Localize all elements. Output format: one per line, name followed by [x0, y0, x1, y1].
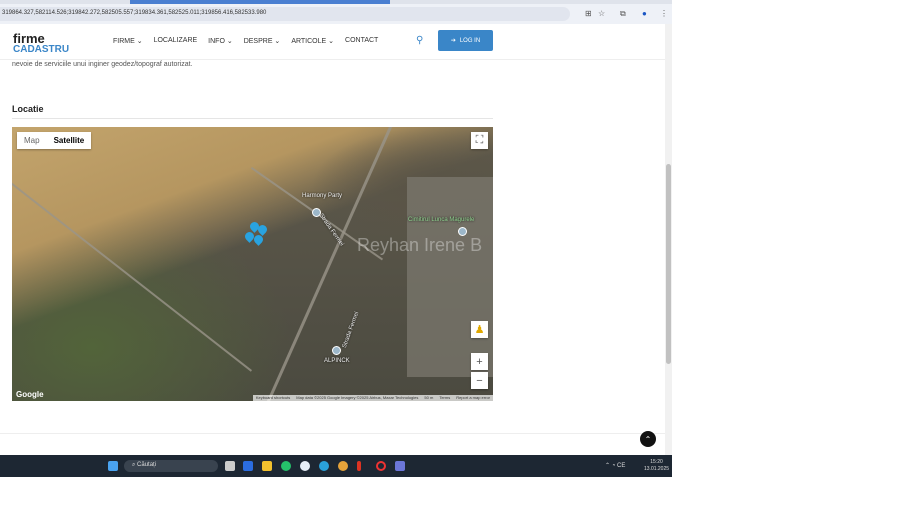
login-button[interactable]: ➔ LOG IN [438, 30, 493, 51]
teams-icon[interactable] [395, 461, 405, 471]
zoom-in-button[interactable]: + [471, 353, 488, 370]
map-type-satellite[interactable]: Satellite [47, 132, 92, 149]
browser-window: 319864.327,582114.526;319842.272,582505.… [0, 0, 672, 477]
start-icon[interactable] [108, 461, 118, 471]
poi-marker[interactable] [312, 208, 321, 217]
intro-text: nevoie de serviciile unui inginer geodez… [12, 61, 193, 68]
address-bar-area: 319864.327,582114.526;319842.272,582505.… [0, 4, 672, 24]
task-view-icon[interactable] [225, 461, 235, 471]
scale-bar[interactable]: 50 m [424, 395, 433, 401]
nav-despre[interactable]: DESPRE ⌄ [244, 37, 281, 45]
scrollbar-thumb[interactable] [666, 164, 671, 364]
poi-marker[interactable] [332, 346, 341, 355]
clock-time: 15:20 [650, 459, 663, 465]
section-title: Locatie [12, 104, 44, 114]
map[interactable]: Harmony Party Strada Fermei Cimitirul Lu… [12, 127, 493, 401]
watermark: Reyhan Irene B [357, 235, 483, 255]
file-explorer-icon[interactable] [262, 461, 272, 471]
fullscreen-icon[interactable]: ⛶ [471, 132, 488, 149]
search-label: Căutați [137, 462, 157, 468]
logo-subtitle[interactable]: CADASTRU [13, 44, 69, 55]
url-field[interactable]: 319864.327,582114.526;319842.272,582505.… [0, 7, 570, 21]
scroll-to-top-button[interactable]: ⌃ [640, 431, 656, 447]
clock[interactable]: 15:20 13.01.2025 [644, 459, 669, 473]
nav-localizare[interactable]: LOCALIZARE [154, 37, 198, 45]
map-label: Strada Fermei [341, 311, 361, 349]
divider [0, 433, 665, 434]
login-icon: ➔ [450, 38, 456, 44]
main-nav: FIRME ⌄ LOCALIZARE INFO ⌄ DESPRE ⌄ ARTIC… [113, 37, 378, 45]
map-attribution: Keyboard shortcuts Map data ©2025 Google… [252, 395, 493, 401]
messenger-icon[interactable] [300, 461, 310, 471]
scrollbar[interactable] [665, 24, 672, 455]
map-label: Cimitirul Lunca Magurele [408, 217, 475, 223]
menu-icon[interactable]: ⋮ [660, 9, 668, 18]
keyboard-shortcuts-link[interactable]: Keyboard shortcuts [256, 395, 290, 401]
login-label: LOG IN [459, 37, 481, 44]
terms-link[interactable]: Terms [439, 395, 450, 401]
report-error-link[interactable]: Report a map error [456, 395, 490, 401]
divider [12, 118, 493, 119]
zoom-out-button[interactable]: − [471, 372, 488, 389]
google-logo: Google [16, 390, 44, 399]
map-type-map[interactable]: Map [17, 132, 47, 149]
map-type-control: Map Satellite [17, 132, 92, 149]
map-label: Harmony Party [302, 193, 343, 199]
search-icon[interactable]: ⚲ [416, 35, 423, 46]
telegram-icon[interactable] [319, 461, 329, 471]
nav-info[interactable]: INFO ⌄ [208, 37, 233, 45]
nav-articole[interactable]: ARTICOLE ⌄ [291, 37, 334, 45]
language-indicator[interactable]: CE [617, 463, 625, 469]
nav-contact[interactable]: CONTACT [345, 37, 378, 45]
map-data-text: Map data ©2025 Google Imagery ©2025 Airb… [296, 395, 419, 400]
zoom-app-icon[interactable] [243, 461, 253, 471]
clock-date: 13.01.2025 [644, 466, 670, 472]
nav-firme[interactable]: FIRME ⌄ [113, 37, 143, 45]
opera-icon[interactable] [376, 461, 386, 471]
whatsapp-icon[interactable] [281, 461, 291, 471]
site-header: firme CADASTRU FIRME ⌄ LOCALIZARE INFO ⌄… [0, 24, 665, 60]
translate-icon[interactable]: ⊞ [585, 9, 592, 18]
pegman-icon[interactable]: ♟ [471, 321, 488, 338]
profile-icon[interactable]: ● [642, 9, 647, 18]
app-icon[interactable] [357, 461, 361, 471]
chrome-icon[interactable] [338, 461, 348, 471]
bookmark-star-icon[interactable]: ☆ [598, 9, 605, 18]
map-label: ALPINCK [324, 358, 350, 364]
taskbar: ⌕ Căutați ⌃ ◔ CE 15:20 13.01.2025 [0, 455, 672, 477]
road [12, 167, 253, 372]
cemetery-area [407, 177, 493, 377]
extensions-icon[interactable]: ⧉ [620, 9, 626, 19]
taskbar-search[interactable]: ⌕ Căutați [124, 460, 218, 472]
system-tray[interactable]: ⌃ ◔ CE [605, 462, 625, 469]
